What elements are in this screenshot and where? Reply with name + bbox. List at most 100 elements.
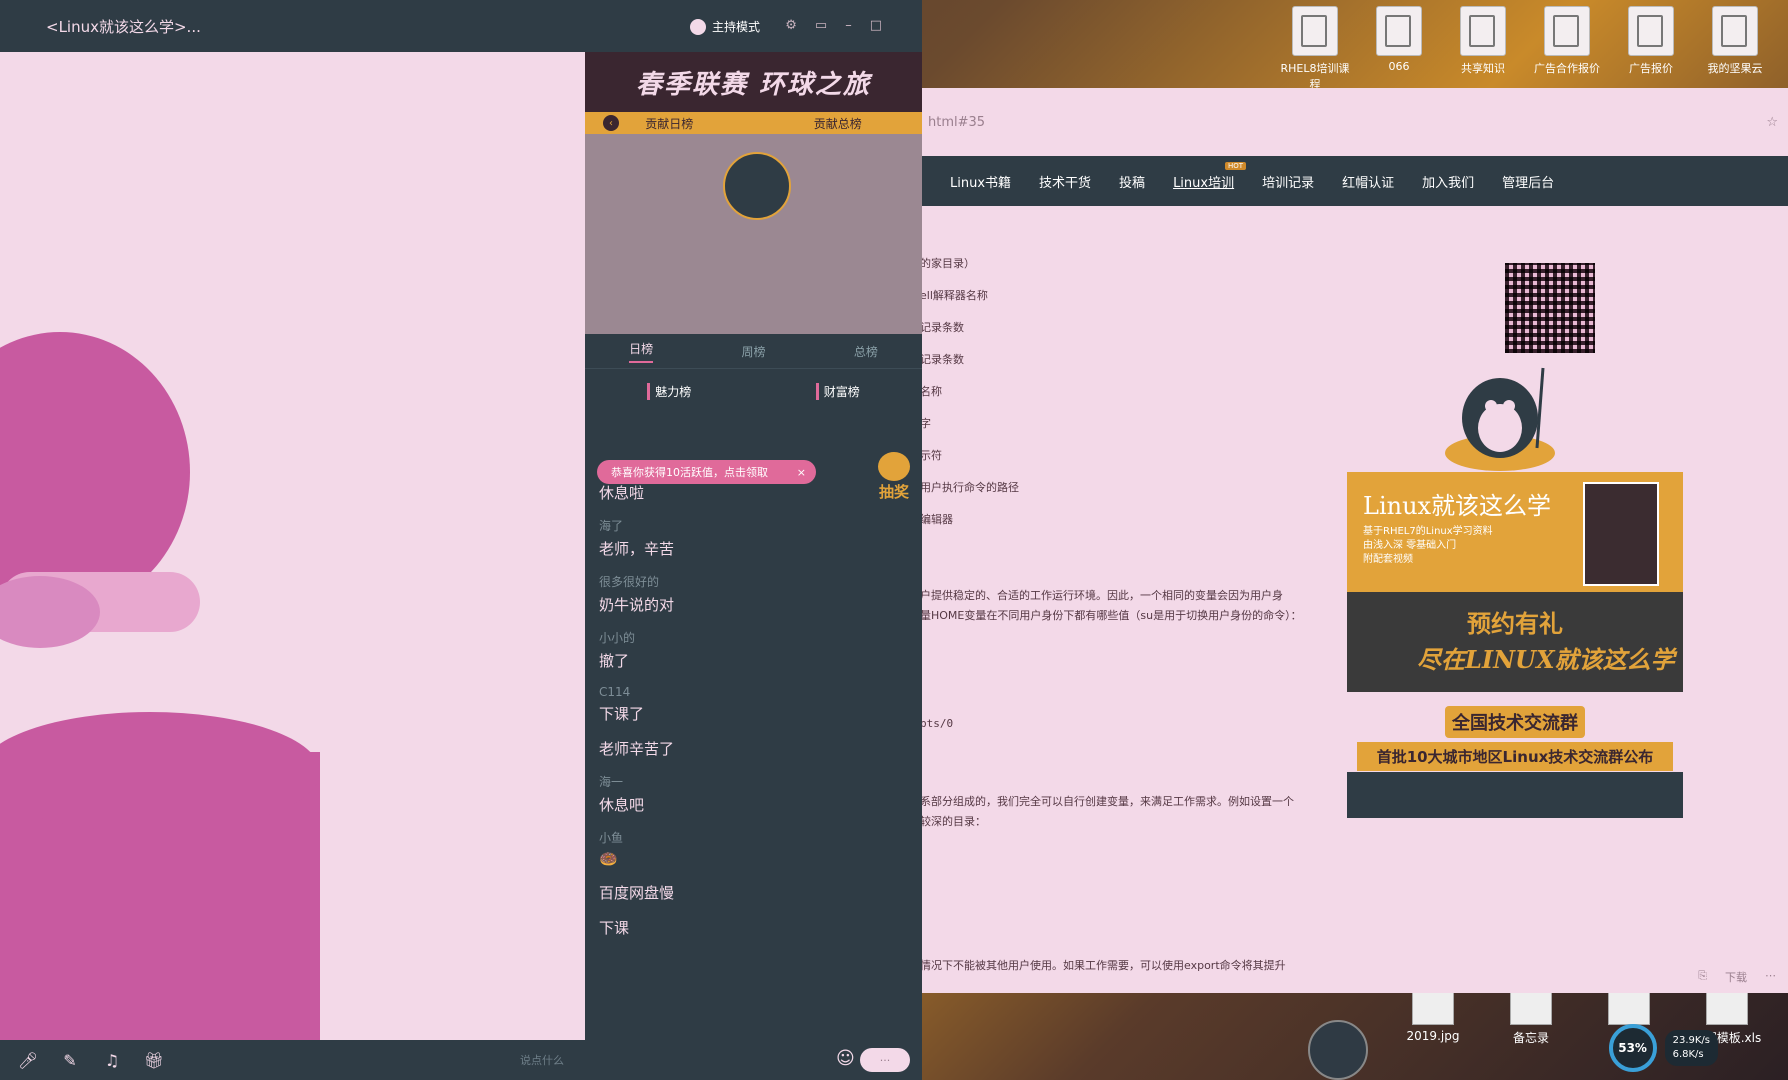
nav-join-us[interactable]: 加入我们 [1422,172,1474,191]
tab-total[interactable]: 总榜 [854,343,878,360]
document-icon [1628,6,1674,56]
chat-content: 老师，辛苦 [599,540,675,558]
desktop-avatar[interactable] [1308,1020,1368,1080]
chat-input[interactable]: 说点什么 [520,1052,564,1068]
more-icon[interactable]: ⋯ [1765,969,1776,985]
article-line: 较深的目录： [920,815,986,828]
chat-content: 奶牛说的对 [599,596,675,614]
ranking-lists: 魅力榜 财富榜 [585,383,922,400]
desktop-icon[interactable]: RHEL8培训课程 [1280,6,1350,92]
promo-line-1: 预约有礼 [1467,609,1563,638]
cloud-folder-icon [1712,6,1758,56]
toc-row: 示符 [920,449,942,462]
chat-content: 下课 [599,919,630,937]
article-line: 情况下不能被其他用户使用。如果工作需要，可以使用export命令将其提升 [920,959,1286,972]
music-icon[interactable]: ♫ [98,1046,126,1074]
download-rate: 6.8K/s [1672,1049,1704,1060]
qr-code [1505,263,1595,353]
chat-message: 下课 [599,917,909,938]
nav-linux-training[interactable]: Linux培训 HOT [1173,161,1247,191]
url-text: html#35 [928,114,986,130]
tab-daily-contribution[interactable]: 贡献日榜 [645,115,693,132]
desktop-icon[interactable]: 广告报价 [1616,6,1686,92]
nav-redhat-cert[interactable]: 红帽认证 [1342,172,1394,191]
video-area[interactable] [0,52,585,1040]
upload-rate: 23.9K/s [1672,1035,1710,1046]
toc-row: 字 [920,417,931,430]
top-contributor-avatar[interactable] [723,152,791,220]
nav-contribute[interactable]: 投稿 [1119,172,1145,191]
bookmark-star-icon[interactable]: ☆ [1766,115,1778,130]
article-line: 系部分组成的，我们完全可以自行创建变量，来满足工作需求。例如设置一个 [920,795,1294,808]
chat-list: 休息啦 海了 老师，辛苦 很多很好的 奶牛说的对 小小的 撤了 C114 下课了 老师辛… [599,478,909,952]
edit-icon[interactable]: ✎ [56,1046,84,1074]
tab-total-contribution[interactable]: 贡献总榜 [814,115,862,132]
nav-linux-books[interactable]: Linux书籍 [950,172,1011,191]
close-icon[interactable]: × [797,466,806,479]
promo-ad-banner[interactable]: 预约有礼 尽在LINUX就该这么学 [1347,592,1683,692]
wealth-list-label[interactable]: 财富榜 [815,383,860,400]
desktop-icon-label: 广告合作报价 [1534,62,1600,75]
article-line: 户提供稳定的、合适的工作运行环境。因此，一个相同的变量会因为用户身 [920,589,1283,602]
download-label[interactable]: 下载 [1725,969,1747,985]
hot-badge: HOT [1225,161,1247,170]
nav-linux-training-label: Linux培训 [1173,175,1235,191]
event-banner[interactable]: 春季联赛 环球之旅 [585,52,922,112]
desktop-icon[interactable]: 066 [1364,6,1434,92]
tab-daily[interactable]: 日榜 [629,340,654,363]
share-icon[interactable]: ⎘ [1698,969,1707,985]
article-paragraph: 情况下不能被其他用户使用。如果工作需要，可以使用export命令将其提升 [920,956,1286,976]
code-text: pts/0 [920,717,954,730]
chat-message: 很多很好的 奶牛说的对 [599,573,909,615]
book-ad-banner[interactable]: Linux就该这么学 基于RHEL7的Linux学习资料 由浅入深 零基础入门 … [1347,472,1683,592]
promo-line-2: 尽在LINUX就该这么学 [1417,645,1675,674]
charm-list-label[interactable]: 魅力榜 [647,383,691,400]
settings-icon[interactable]: ⚙ [785,18,797,33]
desktop-icon[interactable]: 广告合作报价 [1532,6,1602,92]
streamer-avatar-illustration [0,332,320,1040]
desktop-icon-label: 066 [1388,60,1410,73]
ranking-tabs: 日榜 周榜 总榜 [585,334,922,369]
chat-message: 小鱼 🍩 [599,829,909,868]
crowd-image [1347,772,1683,818]
chat-user: 海了 [599,519,624,533]
app-titlebar: <Linux就该这么学>... 主持模式 ⚙ ▭ – □ [0,0,922,52]
desktop-icon[interactable]: 共享知识 [1448,6,1518,92]
picture-in-picture-icon[interactable]: ▭ [815,18,827,33]
nav-admin[interactable]: 管理后台 [1502,172,1554,191]
nav-tech-articles[interactable]: 技术干货 [1039,172,1091,191]
gift-icon[interactable]: 🎁︎ [140,1046,168,1074]
emoji-icon[interactable]: ☺ [836,1048,855,1069]
nav-training-records[interactable]: 培训记录 [1262,172,1314,191]
tab-weekly[interactable]: 周榜 [741,343,765,360]
address-bar[interactable]: html#35 ☆ [920,88,1788,156]
lottery-icon [878,452,910,481]
document-icon [1544,6,1590,56]
chat-user: 小鱼 [599,831,624,845]
send-button[interactable]: ··· [860,1048,910,1072]
desktop-icon[interactable]: 我的坚果云 [1700,6,1770,92]
leaderboard-area [585,134,922,334]
code-line: pts/0 [920,714,953,734]
toc-row: 记录条数 [920,321,964,334]
page-tools: ⎘ 下载 ⋯ [1698,969,1776,985]
minimize-icon[interactable]: – [845,18,852,33]
ad-line: 基于RHEL7的Linux学习资料 [1363,526,1493,537]
chevron-left-icon[interactable]: ‹ [603,115,619,131]
toc-row: 的家目录） [920,257,975,270]
article-paragraph: 系部分组成的，我们完全可以自行创建变量，来满足工作需求。例如设置一个 较深的目录… [920,792,1294,832]
chat-message: 休息啦 [599,482,909,503]
chat-message: 小小的 撤了 [599,629,909,671]
network-monitor[interactable]: 53% 23.9K/s 6.8K/s [1608,1024,1718,1072]
community-ad-banner[interactable]: 全国技术交流群 首批10大城市地区Linux技术交流群公布 [1347,706,1683,818]
chat-message: 海了老师，辛苦 [599,517,909,559]
maximize-icon[interactable]: □ [870,18,882,33]
bottom-toolbar: 🎤︎ ✎ ♫ 🎁︎ 说点什么 ☺ ··· [0,1040,922,1080]
community-title: 全国技术交流群 [1445,706,1585,738]
chat-content: 休息啦 [599,484,645,502]
chat-content: 撤了 [599,652,630,670]
microphone-icon[interactable]: 🎤︎ [14,1046,42,1074]
host-mode-toggle[interactable]: 主持模式 [690,18,760,35]
usage-ring: 53% [1608,1024,1657,1072]
chat-content: 百度网盘慢 [599,884,675,902]
